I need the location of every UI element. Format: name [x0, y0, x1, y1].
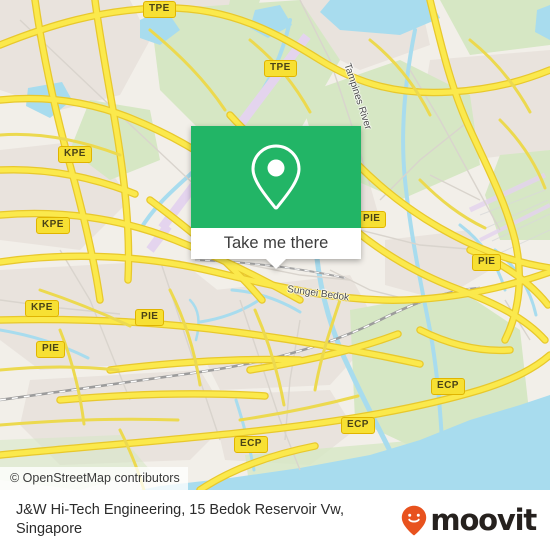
map-canvas[interactable]: TPE TPE KPE KPE KPE PIE PIE PIE PIE ECP …	[0, 0, 550, 490]
moovit-brand[interactable]: moovit	[401, 502, 537, 537]
callout-pin-panel	[191, 126, 361, 228]
highway-shield: TPE	[264, 60, 297, 77]
highway-shield: TPE	[143, 1, 176, 18]
callout-action-panel[interactable]: Take me there	[191, 228, 361, 269]
highway-shield: KPE	[25, 300, 59, 317]
take-me-there-label: Take me there	[223, 234, 329, 252]
highway-shield: ECP	[341, 417, 375, 434]
highway-shield: KPE	[58, 146, 92, 163]
highway-shield: KPE	[36, 217, 70, 234]
highway-shield: PIE	[36, 341, 66, 358]
highway-shield: PIE	[357, 211, 387, 228]
location-title: J&W Hi-Tech Engineering, 15 Bedok Reserv…	[16, 502, 345, 537]
highway-shield: PIE	[472, 254, 502, 271]
highway-shield: ECP	[234, 436, 268, 453]
highway-shield: PIE	[135, 309, 165, 326]
highway-shield: ECP	[431, 378, 465, 395]
map-share-card: TPE TPE KPE KPE KPE PIE PIE PIE PIE ECP …	[0, 0, 550, 550]
callout-tail-pointer	[265, 258, 287, 269]
map-pin-icon	[251, 144, 301, 210]
footer-bar: J&W Hi-Tech Engineering, 15 Bedok Reserv…	[0, 490, 550, 550]
location-callout-card[interactable]: Take me there	[191, 126, 361, 269]
osm-attribution[interactable]: © OpenStreetMap contributors	[0, 467, 188, 490]
moovit-smiley-pin-icon	[402, 505, 427, 535]
moovit-wordmark: moovit	[430, 502, 537, 537]
